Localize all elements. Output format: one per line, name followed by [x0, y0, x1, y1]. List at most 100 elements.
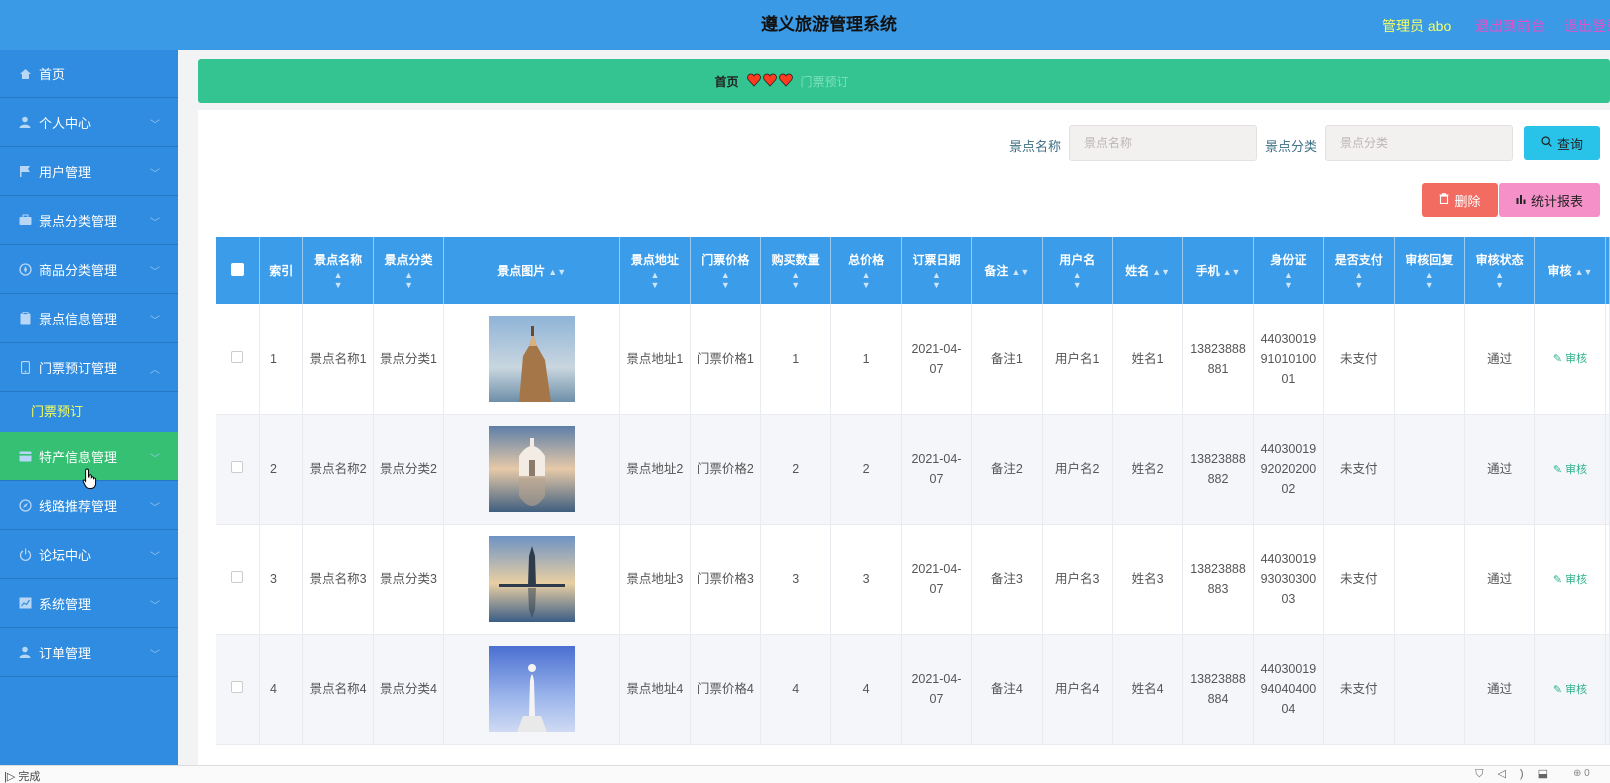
- row-select-cell[interactable]: [216, 304, 260, 415]
- row-checkbox[interactable]: [231, 461, 244, 473]
- table-row[interactable]: 3 景点名称3 景点分类3 景点地址3 门票价格3 3 3 2021-04-07…: [216, 524, 1610, 635]
- cell-audit[interactable]: ✎ 审核: [1534, 414, 1606, 525]
- query-button[interactable]: 查询: [1524, 126, 1600, 160]
- download-icon[interactable]: ⬓: [1538, 768, 1562, 780]
- audit-link[interactable]: ✎ 审核: [1553, 574, 1587, 586]
- cell-audit[interactable]: ✎ 审核: [1534, 634, 1606, 745]
- cell-phone: 13823888881: [1182, 304, 1254, 415]
- sort-icon[interactable]: ▲▼: [1011, 267, 1029, 277]
- sort-icon[interactable]: ▲▼: [1326, 270, 1391, 290]
- cell-idcard: 440300199303030003: [1253, 524, 1325, 635]
- breadcrumb-home[interactable]: 首页: [714, 73, 738, 90]
- cell-status: 通过: [1464, 304, 1536, 415]
- audit-link[interactable]: ✎ 审核: [1553, 464, 1587, 476]
- sort-icon[interactable]: ▲▼: [1467, 270, 1532, 290]
- column-header[interactable]: 景点名称 ▲ ▼: [302, 237, 374, 304]
- sidebar-item-ticket-booking[interactable]: 门票预订管理 ︿: [0, 343, 178, 392]
- sort-icon[interactable]: ▲▼: [904, 270, 969, 290]
- scenic-category-input[interactable]: [1325, 125, 1513, 161]
- page-icon: |▷: [4, 771, 19, 783]
- admin-label: 管理员 abo: [1382, 18, 1452, 34]
- column-header[interactable]: 用户名 ▲ ▼: [1042, 237, 1113, 304]
- sidebar-item-home[interactable]: 首页: [0, 50, 178, 98]
- cell-category: 景点分类4: [373, 634, 445, 745]
- sort-icon[interactable]: ▲▼: [1223, 267, 1241, 277]
- audit-link[interactable]: ✎ 审核: [1553, 684, 1587, 696]
- logout-link[interactable]: 退出登录: [1564, 16, 1610, 36]
- row-select-cell[interactable]: [216, 634, 260, 745]
- sidebar-item-orders[interactable]: 订单管理 ﹀: [0, 628, 178, 677]
- table-row[interactable]: 2 景点名称2 景点分类2 景点地址2 门票价格2 2 2 2021-04-07…: [216, 414, 1610, 525]
- column-header[interactable]: 是否支付 ▲ ▼: [1323, 237, 1395, 304]
- column-header[interactable]: 审核状态 ▲ ▼: [1464, 237, 1536, 304]
- column-header[interactable]: 审核 ▲▼: [1534, 237, 1606, 304]
- content-panel: 景点名称 景点分类 查询 删除 统计报表: [198, 110, 1610, 765]
- speaker-icon[interactable]: ◁): [1497, 768, 1537, 780]
- user-icon: [18, 115, 32, 129]
- sidebar-item-scenic-category[interactable]: 景点分类管理 ﹀: [0, 196, 178, 245]
- report-button[interactable]: 统计报表: [1499, 183, 1600, 217]
- cell-phone: 13823888882: [1182, 414, 1254, 525]
- column-header[interactable]: 景点分类 ▲ ▼: [373, 237, 445, 304]
- cell-audit[interactable]: ✎ 审核: [1534, 304, 1606, 415]
- cell-image: [443, 414, 621, 525]
- sidebar-item-scenic-info[interactable]: 景点信息管理 ﹀: [0, 294, 178, 343]
- column-header[interactable]: 景点图片 ▲▼: [443, 237, 621, 304]
- row-select-cell[interactable]: [216, 524, 260, 635]
- row-checkbox[interactable]: [231, 681, 244, 693]
- sort-icon[interactable]: ▲▼: [1256, 270, 1321, 290]
- cell-total: 4: [830, 634, 902, 745]
- table-row[interactable]: 4 景点名称4 景点分类4 景点地址4 门票价格4 4 4 2021-04-07…: [216, 634, 1610, 745]
- sidebar-item-label: 个人中心: [39, 115, 92, 131]
- sort-icon[interactable]: ▲▼: [1397, 270, 1462, 290]
- sidebar-item-goods-category[interactable]: 商品分类管理 ﹀: [0, 245, 178, 294]
- row-select-cell[interactable]: [216, 414, 260, 525]
- cell-image: [443, 524, 621, 635]
- sort-icon[interactable]: ▲▼: [763, 270, 828, 290]
- sort-icon[interactable]: ▲▼: [548, 267, 566, 277]
- shield-icon[interactable]: ⛉: [1475, 768, 1497, 780]
- sort-icon[interactable]: ▲▼: [1575, 267, 1593, 277]
- table-row[interactable]: 1 景点名称1 景点分类1 景点地址1 门票价格1 1 1 2021-04-07…: [216, 304, 1610, 415]
- edit-icon: ✎: [1552, 573, 1566, 586]
- cell-audit[interactable]: ✎ 审核: [1534, 524, 1606, 635]
- select-all-header[interactable]: [216, 237, 260, 304]
- sort-icon[interactable]: ▲▼: [833, 270, 898, 290]
- cell-address: 景点地址3: [619, 524, 691, 635]
- column-header[interactable]: 身份证 ▲ ▼: [1253, 237, 1325, 304]
- browser-status-bar: |▷ 完成 ⛉◁)⬓ ⊕ 0: [0, 765, 1610, 783]
- cell-username: 用户名2: [1042, 414, 1113, 525]
- sidebar-item-forum[interactable]: 论坛中心 ﹀: [0, 530, 178, 579]
- cell-qty: 2: [760, 414, 832, 525]
- column-header[interactable]: 购买数量 ▲ ▼: [760, 237, 832, 304]
- column-header[interactable]: 审核回复 ▲ ▼: [1394, 237, 1465, 304]
- sort-icon[interactable]: ▲▼: [622, 270, 687, 290]
- column-header[interactable]: 备注 ▲▼: [971, 237, 1043, 304]
- submenu-item-ticket-booking[interactable]: 门票预订: [0, 392, 178, 432]
- sidebar-item-system[interactable]: 系统管理 ﹀: [0, 579, 178, 628]
- main-area: 首页 门票预订 景点名称 景点分类 查询 删除: [178, 50, 1610, 765]
- sidebar-item-personal-center[interactable]: 个人中心 ﹀: [0, 98, 178, 147]
- delete-button[interactable]: 删除: [1422, 183, 1498, 217]
- cell-paid: 未支付: [1323, 414, 1395, 525]
- column-header[interactable]: 订票日期 ▲ ▼: [901, 237, 973, 304]
- audit-link[interactable]: ✎ 审核: [1553, 353, 1587, 365]
- column-header[interactable]: 姓名 ▲▼: [1112, 237, 1184, 304]
- column-header[interactable]: 总价格 ▲ ▼: [830, 237, 902, 304]
- select-all-checkbox[interactable]: [230, 262, 244, 276]
- exit-to-front-link[interactable]: 退出到前台: [1475, 16, 1545, 36]
- column-header[interactable]: 门票价格 ▲ ▼: [690, 237, 761, 304]
- sort-icon[interactable]: ▲▼: [1152, 267, 1170, 277]
- briefcase-icon: [18, 213, 32, 227]
- zoom-indicator[interactable]: ⊕ 0: [1573, 768, 1590, 779]
- scenic-name-input[interactable]: [1069, 125, 1257, 161]
- sort-icon[interactable]: ▲▼: [376, 270, 441, 290]
- sort-icon[interactable]: ▲▼: [693, 270, 758, 290]
- sidebar-item-user-management[interactable]: 用户管理 ﹀: [0, 147, 178, 196]
- row-checkbox[interactable]: [231, 350, 244, 363]
- column-header[interactable]: 手机 ▲▼: [1182, 237, 1254, 304]
- column-header[interactable]: 景点地址 ▲ ▼: [619, 237, 691, 304]
- sort-icon[interactable]: ▲▼: [305, 270, 370, 290]
- row-checkbox[interactable]: [231, 571, 244, 583]
- sort-icon[interactable]: ▲▼: [1045, 270, 1110, 290]
